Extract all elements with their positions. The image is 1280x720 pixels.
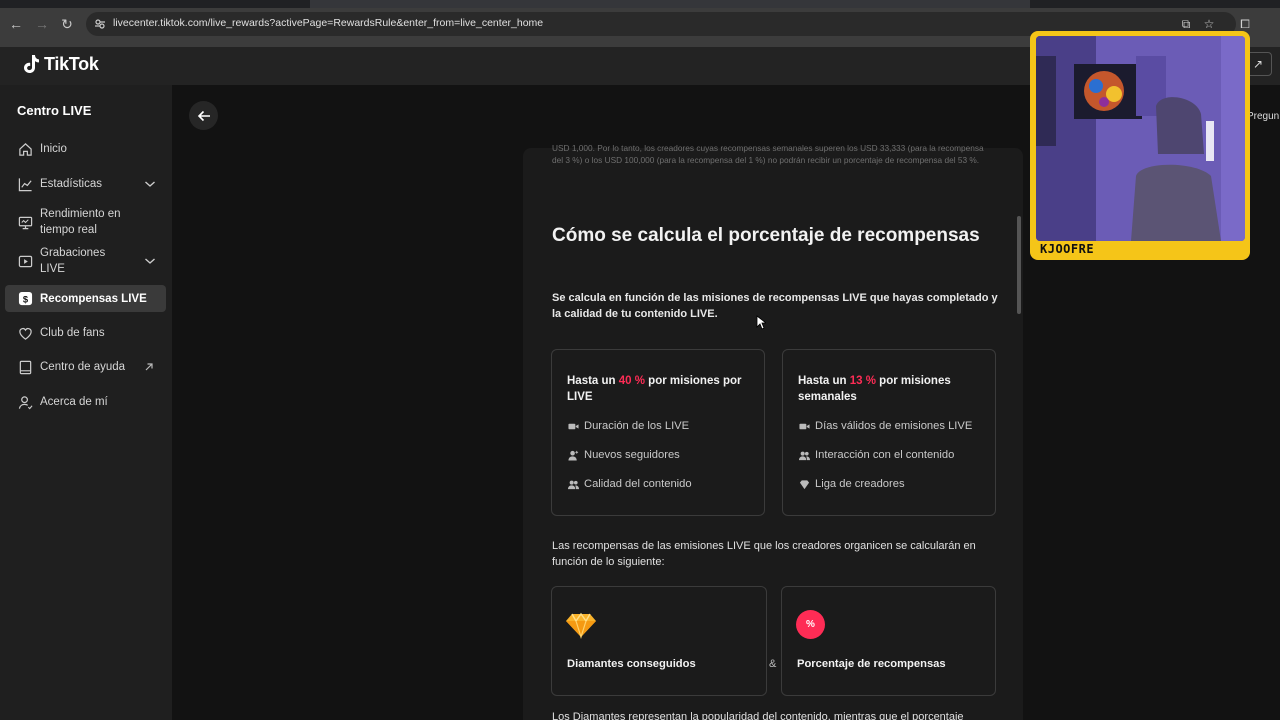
card-row: Nuevos seguidores <box>567 449 680 461</box>
users-icon <box>798 449 810 461</box>
sidebar-item-label: Estadísticas <box>40 178 102 190</box>
card-title: Hasta un 40 % por misiones por LIVE <box>567 375 742 403</box>
sidebar-item-inicio[interactable]: Inicio <box>5 140 166 158</box>
sidebar-item-acerca-de-mi[interactable]: Acerca de mí <box>5 393 166 411</box>
new-follower-icon <box>567 449 579 461</box>
sidebar-item-recompensas[interactable]: $ Recompensas LIVE <box>5 285 166 312</box>
sidebar-item-club-de-fans[interactable]: Club de fans <box>5 324 166 342</box>
fineprint-text: USD 1,000. Por lo tanto, los creadores c… <box>552 143 984 165</box>
home-icon <box>17 141 33 157</box>
video-camera-icon <box>798 420 810 432</box>
sidebar-item-label: Centro de ayuda <box>40 361 126 373</box>
webcam-feed <box>1036 36 1245 241</box>
dollar-icon: $ <box>17 291 33 307</box>
site-info-icon[interactable] <box>94 18 106 30</box>
heart-icon <box>17 325 33 341</box>
sidebar-item-rendimiento[interactable]: Rendimiento en tiempo real <box>5 205 166 239</box>
card-row: Interacción con el contenido <box>798 449 954 461</box>
weekly-missions-card: Hasta un 13 % por misiones semanales Día… <box>782 349 996 516</box>
logo-text: TikTok <box>44 53 99 74</box>
diamonds-factor-card: Diamantes conseguidos <box>551 586 767 696</box>
percentage-highlight: 13 % <box>849 375 876 387</box>
extensions-icon[interactable]: ⧠ <box>1238 17 1252 31</box>
card-row: Duración de los LIVE <box>567 420 689 432</box>
streamer-name: KJOOFRE <box>1040 242 1095 256</box>
sidebar-item-centro-de-ayuda[interactable]: Centro de ayuda <box>5 358 166 376</box>
card-title: Hasta un 13 % por misiones semanales <box>798 375 951 403</box>
ampersand: & <box>769 658 777 670</box>
address-bar-url: livecenter.tiktok.com/live_rewards?activ… <box>113 17 544 29</box>
chevron-down-icon[interactable] <box>144 255 156 267</box>
sidebar-item-label: Grabaciones LIVE <box>40 247 106 275</box>
faq-link[interactable]: Pregun <box>1247 111 1279 122</box>
bookmark-star-icon[interactable]: ☆ <box>1202 17 1216 31</box>
sidebar-title: Centro LIVE <box>17 103 92 118</box>
webcam-scene <box>1036 36 1245 241</box>
card-row: Calidad del contenido <box>567 478 692 490</box>
percentage-highlight: 40 % <box>618 375 645 387</box>
sidebar-item-grabaciones[interactable]: Grabaciones LIVE <box>5 244 166 278</box>
users-icon <box>567 478 579 490</box>
intro-text: Se calcula en función de las misiones de… <box>552 292 998 320</box>
scrollbar-thumb[interactable] <box>1017 216 1021 314</box>
mouse-cursor-icon <box>756 315 766 330</box>
sidebar-item-label: Club de fans <box>40 327 105 339</box>
monitor-icon <box>17 214 33 230</box>
diamond-icon <box>566 612 596 639</box>
chart-icon <box>17 176 33 192</box>
sidebar-item-estadisticas[interactable]: Estadísticas <box>5 175 166 193</box>
back-button[interactable] <box>189 101 218 130</box>
browser-reload-icon[interactable]: ↻ <box>59 16 75 32</box>
factors-intro-text: Las recompensas de las emisiones LIVE qu… <box>552 540 976 568</box>
tiktok-logo[interactable]: TikTok <box>22 51 99 77</box>
browser-tab-strip <box>0 0 1280 8</box>
play-icon <box>17 253 33 269</box>
diamond-league-icon <box>798 478 810 490</box>
user-icon <box>17 394 33 410</box>
browser-forward-icon[interactable]: → <box>34 16 50 32</box>
book-icon <box>17 359 33 375</box>
diamonds-explanation-text: Los Diamantes representan la popularidad… <box>552 711 964 720</box>
missions-per-live-card: Hasta un 40 % por misiones por LIVE Dura… <box>551 349 765 516</box>
install-app-icon[interactable]: ⧉ <box>1179 17 1193 31</box>
section-heading: Cómo se calcula el porcentaje de recompe… <box>552 225 980 246</box>
external-link-icon <box>145 363 153 371</box>
sidebar-item-label: Inicio <box>40 143 67 155</box>
factor-label: Diamantes conseguidos <box>567 658 696 670</box>
rewards-percentage-card: Porcentaje de recompensas <box>781 586 996 696</box>
chevron-down-icon[interactable] <box>144 178 156 190</box>
card-row: Días válidos de emisiones LIVE <box>798 420 972 432</box>
tiktok-note-icon <box>24 55 39 73</box>
sidebar-item-label: Rendimiento en tiempo real <box>40 208 121 236</box>
percent-icon: % <box>796 610 825 639</box>
video-camera-icon <box>567 420 579 432</box>
factor-label: Porcentaje de recompensas <box>797 658 946 670</box>
svg-text:$: $ <box>22 294 28 304</box>
sidebar-item-label: Recompensas LIVE <box>40 292 147 305</box>
browser-back-icon[interactable]: ← <box>8 16 24 32</box>
arrow-left-icon <box>197 110 210 121</box>
card-row: Liga de creadores <box>798 478 905 490</box>
sidebar-item-label: Acerca de mí <box>40 396 108 408</box>
